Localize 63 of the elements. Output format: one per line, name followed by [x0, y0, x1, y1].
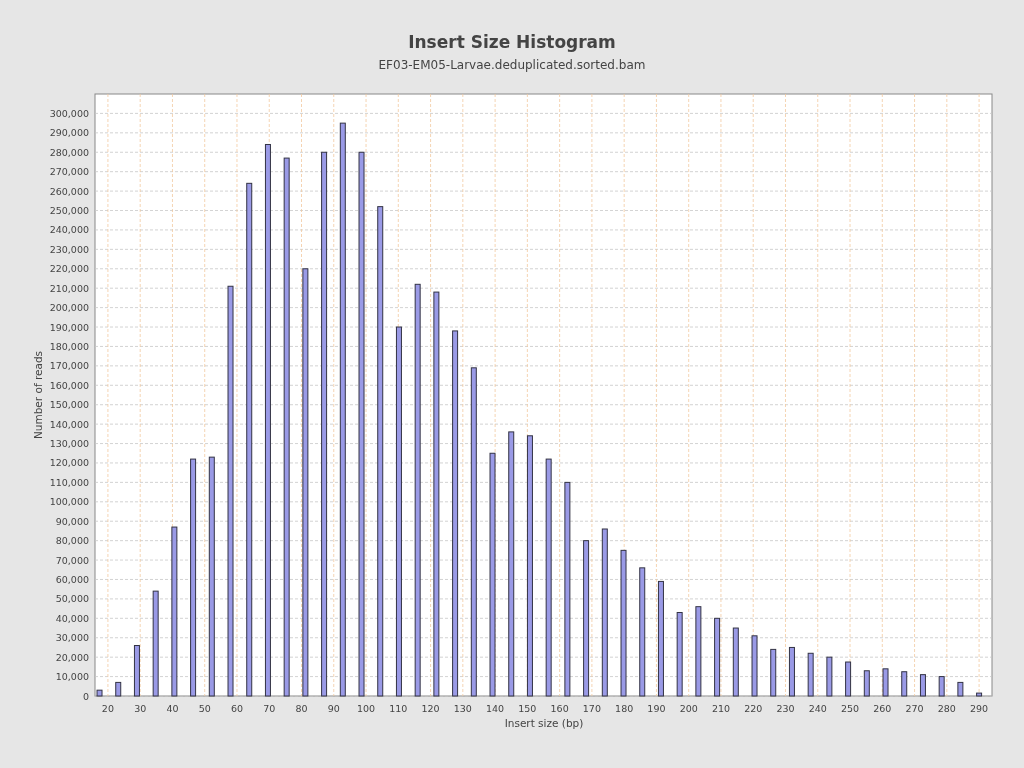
y-tick-label: 200,000 [49, 302, 89, 314]
y-tick-label: 110,000 [49, 476, 89, 488]
x-tick-label: 160 [550, 703, 569, 714]
y-tick-label: 140,000 [49, 418, 89, 430]
y-tick-label: 100,000 [49, 496, 89, 508]
chart-title: Insert Size Histogram [408, 32, 616, 52]
x-tick-label: 70 [263, 703, 276, 714]
y-tick-label: 20,000 [55, 651, 89, 663]
x-tick-label: 190 [647, 703, 666, 714]
y-tick-label: 270,000 [49, 166, 89, 178]
x-tick-label: 120 [421, 703, 440, 714]
x-tick-label: 170 [582, 703, 601, 714]
y-tick-label: 160,000 [49, 379, 89, 391]
x-tick-label: 230 [776, 703, 795, 714]
x-tick-label: 240 [808, 703, 827, 714]
y-tick-label: 210,000 [49, 282, 89, 294]
y-tick-label: 290,000 [49, 127, 89, 139]
x-tick-label: 100 [356, 703, 376, 714]
x-tick-label: 60 [230, 703, 243, 714]
x-tick-label: 150 [518, 703, 537, 714]
y-tick-label: 120,000 [49, 457, 89, 469]
y-tick-label: 190,000 [49, 321, 89, 333]
x-tick-label: 270 [905, 703, 924, 714]
x-tick-label: 180 [615, 703, 634, 714]
y-tick-label: 30,000 [55, 632, 89, 644]
x-tick-label: 200 [679, 703, 698, 714]
y-tick-label: 60,000 [55, 574, 89, 585]
y-axis-label: Number of reads [32, 350, 44, 440]
x-axis-label: Insert size (bp) [504, 717, 584, 729]
y-tick-label: 220,000 [49, 263, 89, 275]
y-tick-label: 0 [82, 690, 89, 702]
x-tick-label: 90 [327, 703, 340, 714]
y-tick-label: 40,000 [55, 612, 89, 624]
y-tick-label: 180,000 [49, 340, 89, 352]
y-tick-label: 80,000 [55, 535, 89, 547]
y-tick-label: 90,000 [55, 515, 89, 527]
y-tick-label: 50,000 [55, 593, 89, 605]
x-tick-label: 140 [486, 703, 505, 714]
y-tick-label: 300,000 [49, 107, 89, 119]
y-tick-label: 150,000 [49, 399, 89, 411]
x-tick-label: 290 [970, 703, 989, 714]
x-tick-label: 80 [295, 703, 308, 714]
x-tick-label: 210 [711, 703, 731, 714]
y-tick-label: 170,000 [49, 360, 89, 372]
y-tick-label: 70,000 [55, 554, 89, 566]
y-tick-label: 260,000 [49, 185, 89, 197]
y-tick-label: 280,000 [49, 146, 89, 158]
y-tick-label: 10,000 [55, 671, 89, 683]
x-tick-label: 280 [937, 703, 956, 714]
x-tick-label: 30 [134, 703, 147, 714]
x-tick-label: 260 [873, 703, 892, 714]
y-tick-label: 240,000 [49, 224, 89, 236]
chart-subtitle: EF03-EM05-Larvae.deduplicated.sorted.bam [378, 58, 646, 72]
y-tick-label: 250,000 [49, 205, 89, 216]
y-tick-label: 230,000 [49, 243, 89, 255]
x-tick-label: 220 [744, 703, 763, 714]
x-tick-label: 250 [840, 703, 860, 714]
y-tick-label: 130,000 [49, 438, 89, 450]
x-tick-label: 130 [453, 703, 472, 714]
x-tick-label: 50 [198, 703, 211, 714]
x-tick-label: 20 [101, 703, 114, 714]
x-tick-label: 110 [389, 703, 408, 714]
x-tick-label: 40 [166, 703, 179, 714]
